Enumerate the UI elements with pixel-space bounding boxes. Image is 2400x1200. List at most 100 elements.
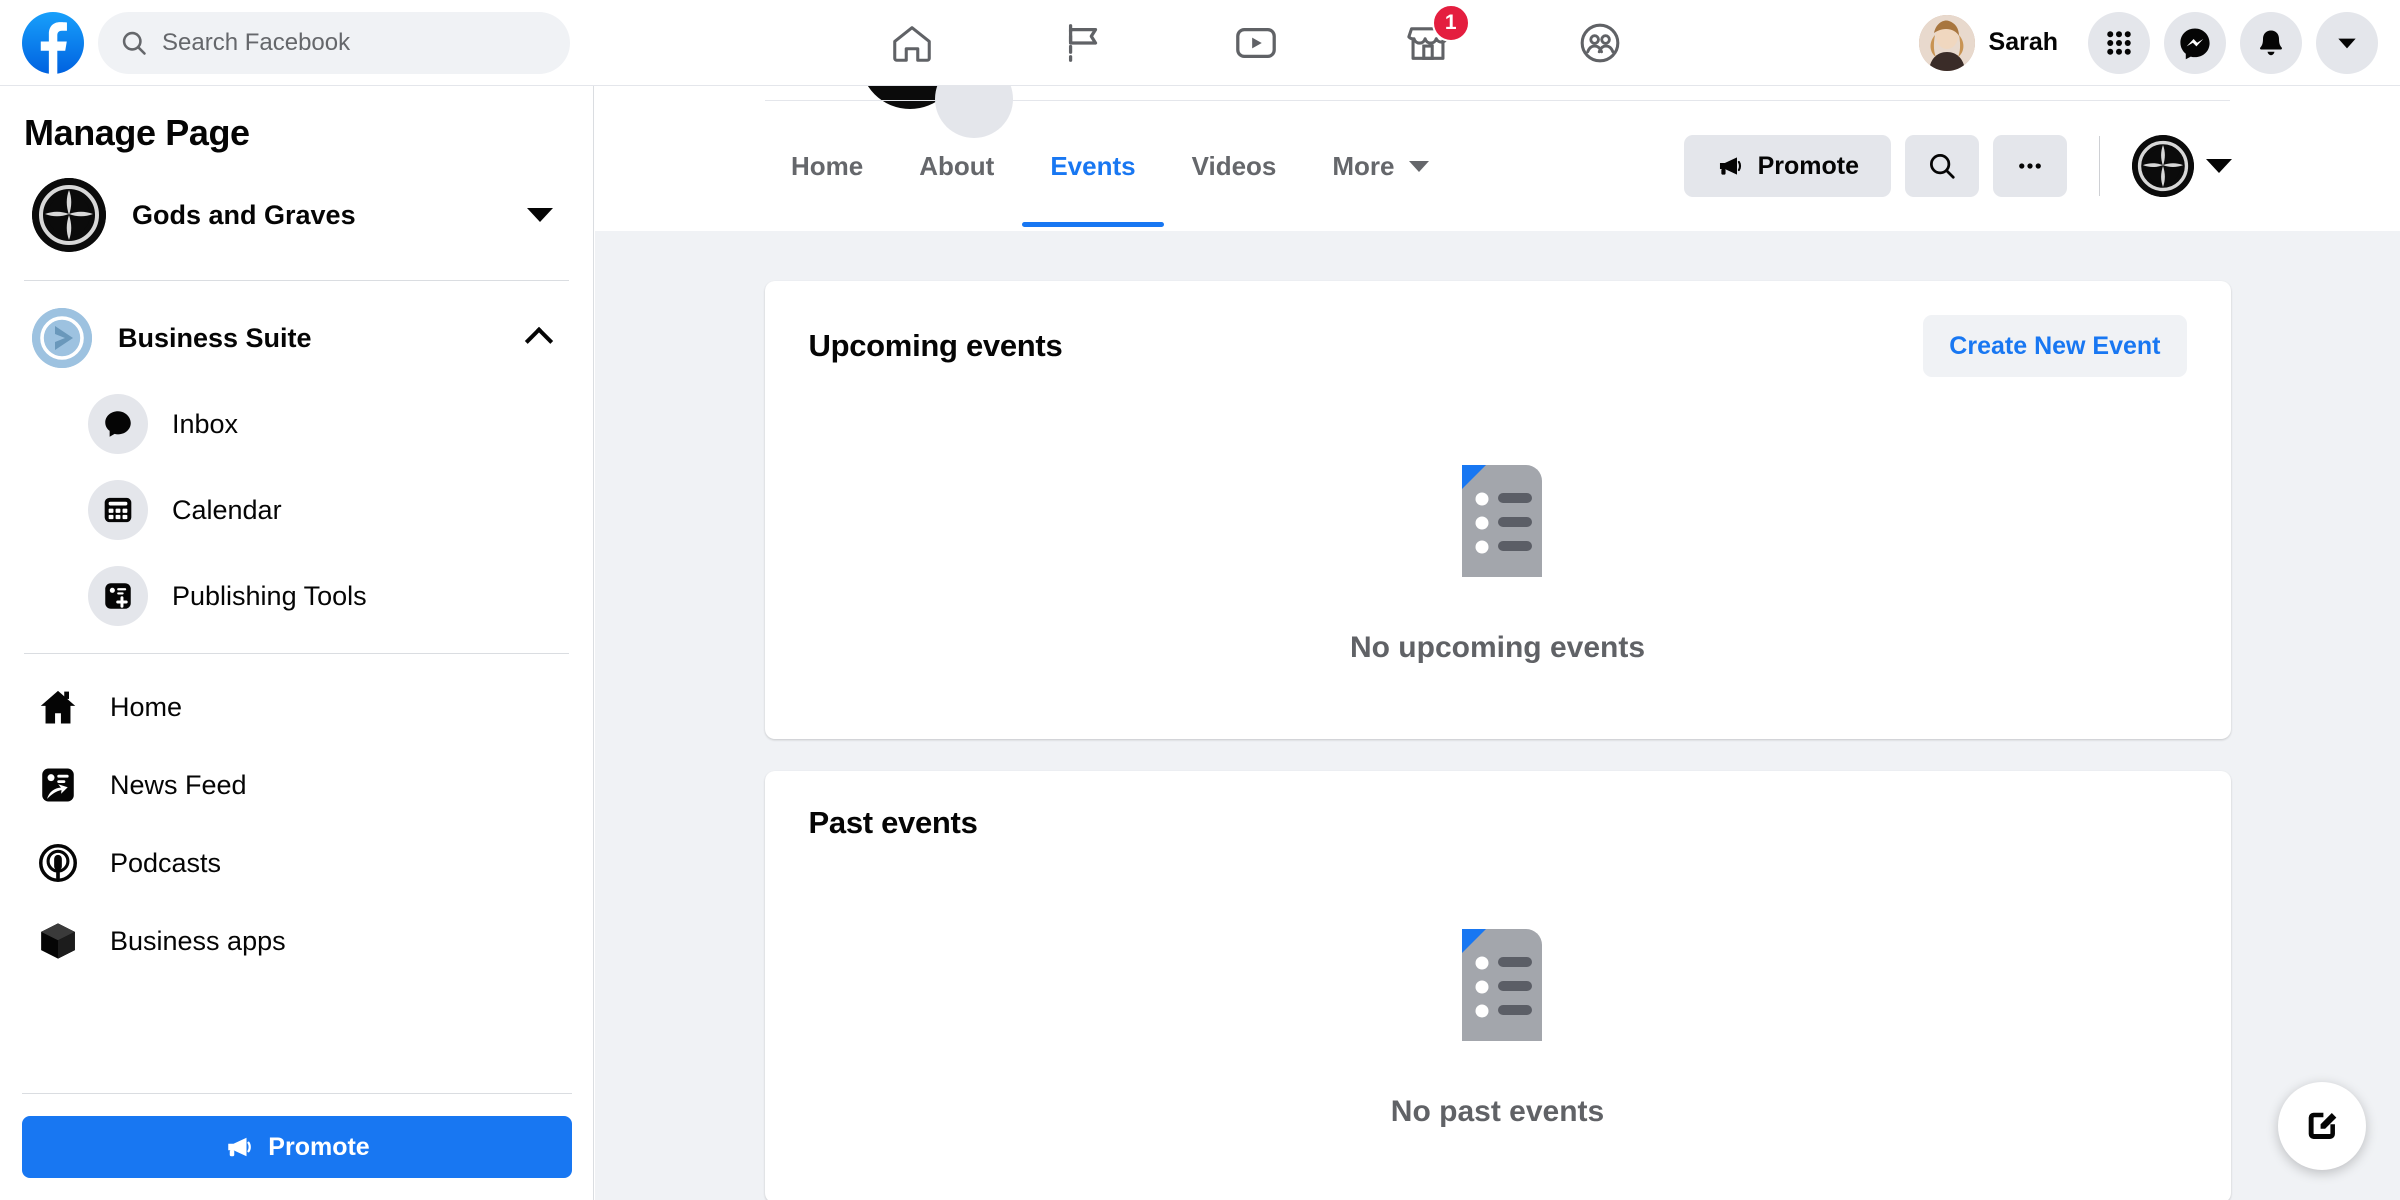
- chat-bubble-glyph: [105, 411, 131, 437]
- video-play-icon: [1236, 27, 1277, 58]
- page-tabs-row: Home About Events Videos More Promote: [595, 101, 2400, 231]
- sidebar-label-inbox: Inbox: [172, 408, 239, 439]
- facebook-logo-icon[interactable]: [22, 11, 84, 74]
- chevron-down-icon: [2338, 38, 2356, 48]
- sidebar-divider: [24, 280, 569, 281]
- user-profile-chip[interactable]: Sarah: [1913, 9, 2074, 77]
- main-content: Home About Events Videos More Promote Up…: [595, 86, 2400, 1200]
- tab-videos[interactable]: Videos: [1164, 105, 1305, 227]
- events-content: Upcoming events Create New Event No upco…: [595, 231, 2400, 1200]
- calendar-icon: [88, 480, 148, 540]
- page-selector[interactable]: Gods and Graves: [22, 164, 571, 266]
- sidebar-label-publishing-tools: Publishing Tools: [172, 580, 367, 611]
- bell-icon: [2260, 29, 2282, 55]
- apps-menu-button[interactable]: [2088, 11, 2150, 74]
- facebook-f-glyph: [40, 21, 67, 74]
- business-suite-icon: [32, 308, 92, 368]
- event-list-document-icon: [1461, 929, 1542, 1041]
- nav-pages[interactable]: [998, 0, 1170, 86]
- page-switcher[interactable]: [2132, 135, 2232, 197]
- caret-down-icon[interactable]: [2206, 159, 2232, 173]
- promote-button-label: Promote: [268, 1132, 370, 1161]
- sidebar-label-news-feed: News Feed: [110, 769, 247, 800]
- sidebar-label-podcasts: Podcasts: [110, 847, 222, 878]
- sidebar-item-podcasts[interactable]: Podcasts: [22, 824, 571, 902]
- notifications-button[interactable]: [2240, 11, 2302, 74]
- podcast-mic-glyph: [39, 844, 77, 882]
- avatar-photo: [1918, 14, 1975, 71]
- tab-about[interactable]: About: [891, 105, 1022, 227]
- past-events-card: Past events No past events: [764, 771, 2231, 1200]
- calendar-glyph: [104, 497, 132, 523]
- sidebar-item-publishing-tools[interactable]: Publishing Tools: [22, 553, 571, 639]
- tab-more-label: More: [1332, 150, 1395, 181]
- page-name: Gods and Graves: [132, 199, 356, 230]
- tab-more[interactable]: More: [1304, 105, 1456, 227]
- user-name: Sarah: [1988, 28, 2058, 56]
- past-events-empty-state: No past events: [765, 855, 2231, 1200]
- business-suite-glyph: [32, 308, 92, 368]
- podcast-mic-icon: [32, 837, 84, 889]
- megaphone-icon: [1719, 157, 1741, 175]
- nav-groups[interactable]: [1514, 0, 1686, 86]
- chevron-up-icon[interactable]: [524, 326, 554, 356]
- chat-bubble-icon: [88, 394, 148, 454]
- upcoming-events-header: Upcoming events Create New Event: [765, 281, 2231, 391]
- upcoming-events-empty-text: No upcoming events: [1349, 631, 1646, 664]
- sidebar-divider-2: [24, 653, 569, 654]
- search-icon: [122, 31, 146, 55]
- nav-marketplace[interactable]: 1: [1342, 0, 1514, 86]
- past-events-empty-text: No past events: [1390, 1095, 1605, 1128]
- header-left: [0, 11, 600, 74]
- promote-button[interactable]: Promote: [22, 1116, 572, 1178]
- upcoming-events-empty-state: No upcoming events: [765, 391, 2231, 739]
- sidebar-item-home[interactable]: Home: [22, 668, 571, 746]
- grid-menu-icon: [2107, 30, 2131, 55]
- page-header-strip: Home About Events Videos More Promote: [595, 86, 2400, 231]
- page-more-options-button[interactable]: [1993, 135, 2067, 197]
- page-title: Manage Page: [24, 112, 250, 153]
- news-feed-glyph: [42, 768, 74, 802]
- upcoming-events-card: Upcoming events Create New Event No upco…: [764, 281, 2231, 739]
- actions-divider: [2099, 136, 2100, 196]
- chevron-down-icon: [1408, 160, 1429, 172]
- search-input[interactable]: [162, 28, 548, 57]
- compose-fab-button[interactable]: [2278, 1082, 2366, 1170]
- sidebar-label-business-suite: Business Suite: [118, 322, 312, 353]
- messenger-button[interactable]: [2164, 11, 2226, 74]
- sidebar-item-business-apps[interactable]: Business apps: [22, 902, 571, 980]
- search-box[interactable]: [98, 11, 570, 74]
- ellipsis-icon: [2019, 163, 2041, 169]
- tab-events-label: Events: [1050, 150, 1136, 181]
- header-right: Sarah: [1913, 9, 2400, 77]
- publishing-tools-icon: [88, 566, 148, 626]
- home-filled-glyph: [40, 690, 76, 724]
- account-menu-button[interactable]: [2316, 11, 2378, 74]
- page-promote-button[interactable]: Promote: [1683, 135, 1891, 197]
- nav-watch[interactable]: [1170, 0, 1342, 86]
- user-avatar: [1918, 14, 1975, 71]
- groups-people-icon: [1580, 23, 1620, 62]
- search-icon: [1930, 154, 1955, 179]
- tab-home[interactable]: Home: [763, 105, 891, 227]
- sidebar-item-inbox[interactable]: Inbox: [22, 381, 571, 467]
- nav-home[interactable]: [826, 0, 998, 86]
- sidebar-label-business-apps: Business apps: [110, 925, 286, 956]
- sidebar-divider-3: [22, 1093, 572, 1094]
- page-search-button[interactable]: [1905, 135, 1979, 197]
- tab-events[interactable]: Events: [1022, 105, 1164, 227]
- news-feed-icon: [32, 759, 84, 811]
- sidebar-item-calendar[interactable]: Calendar: [22, 467, 571, 553]
- flag-icon: [1069, 23, 1098, 62]
- sidebar-promote-area: Promote: [22, 1093, 572, 1178]
- tab-about-label: About: [919, 150, 995, 181]
- upcoming-events-title: Upcoming events: [808, 328, 1063, 363]
- create-new-event-button[interactable]: Create New Event: [1923, 315, 2187, 377]
- home-icon: [893, 25, 932, 62]
- sidebar-item-business-suite[interactable]: Business Suite: [22, 295, 571, 381]
- sidebar-item-news-feed[interactable]: News Feed: [22, 746, 571, 824]
- gods-and-graves-logo-icon: [2132, 135, 2194, 197]
- left-sidebar: Manage Page Gods and Graves Business Sui…: [0, 86, 594, 1200]
- past-events-title: Past events: [808, 805, 978, 840]
- caret-down-icon[interactable]: [527, 208, 553, 222]
